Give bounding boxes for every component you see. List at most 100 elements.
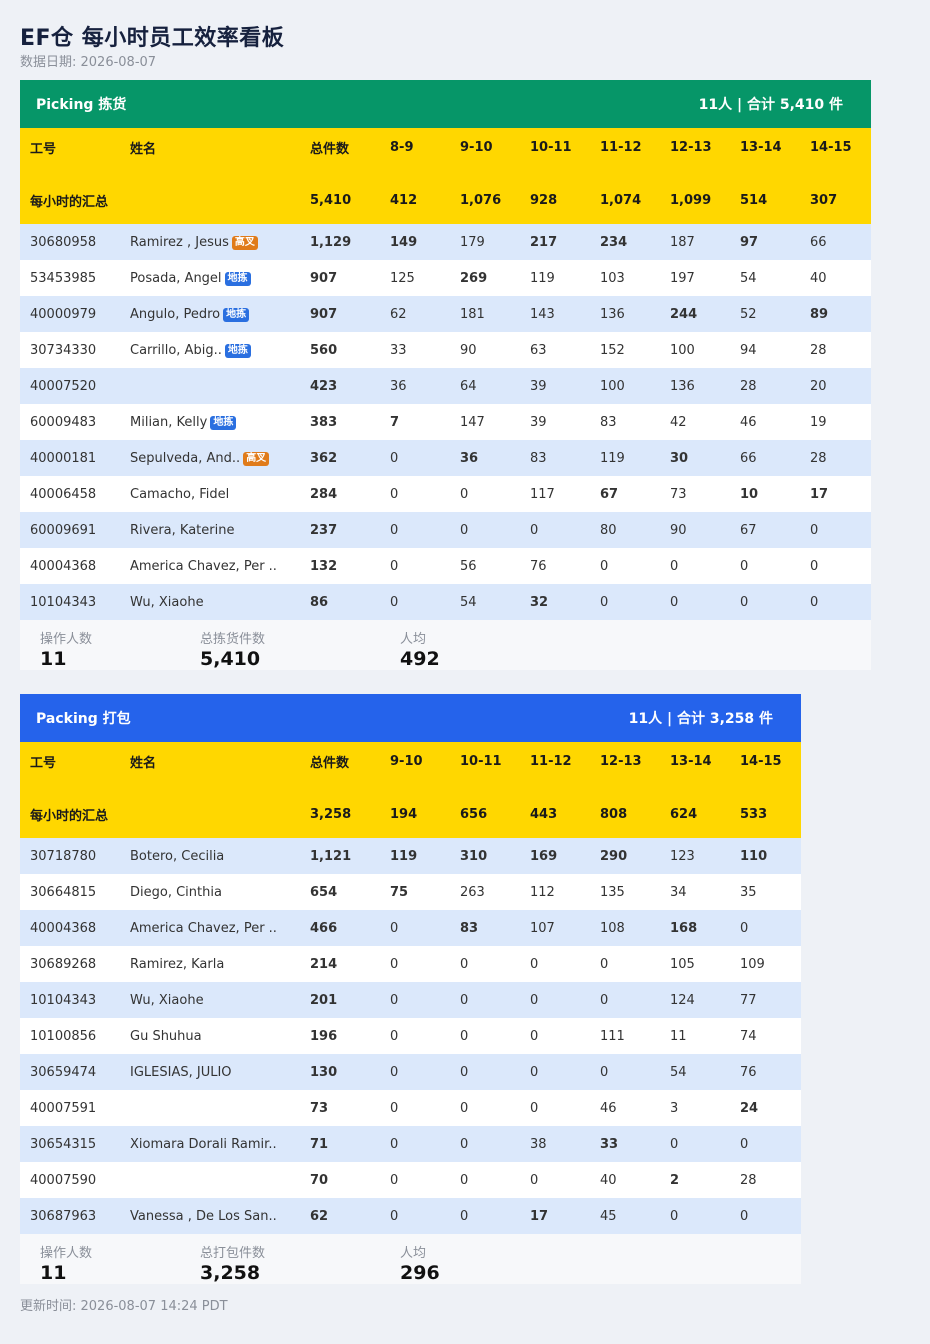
table-row: 40004368 America Chavez, Per .. 132 0 56 76 0 0…	[20, 548, 871, 584]
employee-id: 30680958	[20, 224, 120, 260]
employee-name: Diego, Cinthia	[130, 884, 222, 900]
hourly-count: 62	[380, 296, 450, 332]
employee-name: Xiomara Dorali Ramir..	[130, 1136, 277, 1152]
employee-name: America Chavez, Per ..	[130, 920, 277, 936]
hourly-count: 74	[730, 1018, 801, 1054]
hourly-count: 28	[800, 440, 871, 476]
column-header: 11-12	[520, 742, 590, 780]
hourly-count: 168	[660, 910, 730, 946]
hourly-count: 0	[380, 476, 450, 512]
hourly-count: 36	[380, 368, 450, 404]
picking-header: Picking 拣货 11人 | 合计 5,410 件	[20, 80, 871, 128]
footer-stat-value: 11	[40, 1262, 67, 1284]
summary-value: 1,099	[660, 166, 730, 224]
table-row: 30664815 Diego, Cinthia 654 75 263 112 135 34 35	[20, 874, 801, 910]
hourly-count: 105	[660, 946, 730, 982]
employee-id: 60009483	[20, 404, 120, 440]
employee-name: Posada, Angel	[130, 270, 222, 286]
picking-title: Picking 拣货	[36, 97, 127, 113]
employee-total: 907	[300, 260, 380, 296]
hourly-count: 136	[660, 368, 730, 404]
footer-stat-value: 492	[400, 648, 440, 670]
hourly-count: 42	[660, 404, 730, 440]
table-row: 30680958 Ramirez , Jesus 高叉 1,129 149 179 217 2…	[20, 224, 871, 260]
footer-stat-label: 总打包件数	[200, 1246, 266, 1261]
summary-value: 194	[380, 780, 450, 838]
employee-name-cell: Diego, Cinthia	[120, 874, 300, 910]
picking-summary: 11人 | 合计 5,410 件	[698, 97, 843, 113]
summary-value: 624	[660, 780, 730, 838]
column-header: 13-14	[660, 742, 730, 780]
employee-name-cell: Angulo, Pedro 地拣	[120, 296, 300, 332]
employee-total: 73	[300, 1090, 380, 1126]
table-row: 53453985 Posada, Angel 地拣 907 125 269 119 103 19…	[20, 260, 871, 296]
footer-stat-label: 操作人数	[40, 1246, 93, 1261]
employee-name-cell: Xiomara Dorali Ramir..	[120, 1126, 300, 1162]
hourly-count: 35	[730, 874, 801, 910]
employee-name-cell: Camacho, Fidel	[120, 476, 300, 512]
employee-total: 560	[300, 332, 380, 368]
hourly-count: 94	[730, 332, 800, 368]
role-badge: 地拣	[210, 415, 237, 430]
hourly-count: 66	[730, 440, 800, 476]
summary-value: 443	[520, 780, 590, 838]
footer-stat: 总打包件数 3,258	[200, 1242, 265, 1284]
table-row: 40007520 423 36 64 39 100 136 28 20	[20, 368, 871, 404]
hourly-count: 0	[800, 584, 871, 620]
employee-id: 60009691	[20, 512, 120, 548]
hourly-count: 45	[590, 1198, 660, 1234]
hourly-count: 0	[730, 548, 800, 584]
column-header: 13-14	[730, 128, 800, 166]
table-row: 40007591 73 0 0 0 46 3 24	[20, 1090, 801, 1126]
employee-name: Wu, Xiaohe	[130, 594, 204, 610]
employee-total: 362	[300, 440, 380, 476]
hourly-count: 234	[590, 224, 660, 260]
hourly-count: 90	[450, 332, 520, 368]
updated-time: 更新时间: 2026-08-07 14:24 PDT	[20, 1299, 228, 1314]
employee-name-cell: Wu, Xiaohe	[120, 982, 300, 1018]
role-badge: 地拣	[224, 271, 251, 286]
employee-total: 237	[300, 512, 380, 548]
hourly-count: 109	[730, 946, 801, 982]
employee-name-cell: Ramirez , Jesus 高叉	[120, 224, 300, 260]
role-badge: 高叉	[243, 451, 270, 466]
footer-stat-value: 296	[400, 1262, 440, 1284]
employee-total: 1,129	[300, 224, 380, 260]
column-header: 9-10	[450, 128, 520, 166]
employee-name-cell	[120, 368, 300, 404]
employee-total: 71	[300, 1126, 380, 1162]
summary-value: 1,074	[590, 166, 660, 224]
hourly-count: 0	[730, 1198, 801, 1234]
hourly-count: 0	[730, 1126, 801, 1162]
employee-name: Vanessa , De Los San..	[130, 1208, 277, 1224]
hourly-count: 310	[450, 838, 520, 874]
footer-stat-value: 3,258	[200, 1262, 261, 1284]
employee-name: Ramirez , Jesus	[130, 234, 229, 250]
hourly-count: 0	[520, 512, 590, 548]
hourly-count: 54	[450, 584, 520, 620]
hourly-count: 179	[450, 224, 520, 260]
hourly-count: 38	[520, 1126, 590, 1162]
table-row: 40006458 Camacho, Fidel 284 0 0 117 67 73 10 17	[20, 476, 871, 512]
hourly-count: 11	[660, 1018, 730, 1054]
hourly-count: 64	[450, 368, 520, 404]
footer-stat: 总拣货件数 5,410	[200, 628, 265, 670]
hourly-count: 0	[380, 1162, 450, 1198]
employee-name-cell: Carrillo, Abig.. 地拣	[120, 332, 300, 368]
employee-id: 40004368	[20, 548, 120, 584]
hourly-count: 17	[800, 476, 871, 512]
column-header: 14-15	[730, 742, 801, 780]
employee-name-cell	[120, 1090, 300, 1126]
footer-stat-value: 5,410	[200, 648, 261, 670]
hourly-count: 187	[660, 224, 730, 260]
hourly-count: 111	[590, 1018, 660, 1054]
employee-name-cell: America Chavez, Per ..	[120, 548, 300, 584]
hourly-count: 36	[450, 440, 520, 476]
table-row: 10104343 Wu, Xiaohe 86 0 54 32 0 0 0 0	[20, 584, 871, 620]
summary-value: 656	[450, 780, 520, 838]
hourly-count: 0	[660, 1126, 730, 1162]
hourly-count: 0	[380, 440, 450, 476]
hourly-count: 2	[660, 1162, 730, 1198]
hourly-count: 0	[730, 584, 800, 620]
column-header: 10-11	[520, 128, 590, 166]
